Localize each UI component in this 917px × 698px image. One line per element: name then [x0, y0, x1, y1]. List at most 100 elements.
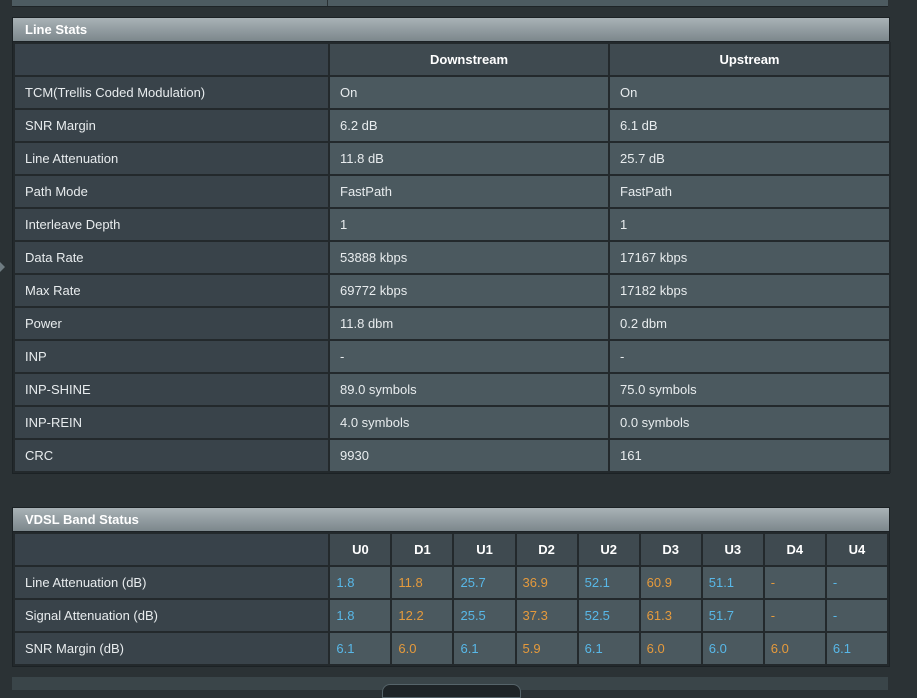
- downstream-value: 53888 kbps: [328, 240, 610, 275]
- downstream-value: FastPath: [328, 174, 610, 209]
- band-value-d3: 61.3: [638, 598, 703, 633]
- downstream-value: 4.0 symbols: [328, 405, 610, 440]
- stat-label: SNR Margin: [13, 108, 330, 143]
- table-row: Signal Attenuation (dB) 1.8 12.2 25.5 37.3 52…: [12, 598, 890, 633]
- stat-label: Max Rate: [13, 273, 330, 308]
- upstream-value: 0.0 symbols: [608, 405, 891, 440]
- band-value-u3: 51.7: [700, 598, 765, 633]
- band-value-d1: 6.0: [390, 631, 455, 666]
- band-value-u4: -: [824, 598, 890, 633]
- downstream-value: 11.8 dB: [328, 141, 610, 176]
- stat-label: INP-SHINE: [13, 372, 330, 407]
- band-row-label: Line Attenuation (dB): [12, 565, 331, 600]
- band-value-u4: -: [824, 565, 890, 600]
- upstream-value: 25.7 dB: [608, 141, 891, 176]
- band-value-u1: 25.5: [452, 598, 517, 633]
- band-header-d1: D1: [390, 532, 455, 567]
- band-value-u1: 6.1: [452, 631, 517, 666]
- band-header-d3: D3: [638, 532, 703, 567]
- band-header-u3: U3: [700, 532, 765, 567]
- band-header-u2: U2: [576, 532, 641, 567]
- band-value-u2: 52.5: [576, 598, 641, 633]
- table-row: Interleave Depth 1 1: [13, 207, 891, 242]
- table-row: INP-REIN 4.0 symbols 0.0 symbols: [13, 405, 891, 440]
- band-value-d3: 6.0: [638, 631, 703, 666]
- band-value-u2: 6.1: [576, 631, 641, 666]
- band-value-u0: 6.1: [328, 631, 393, 666]
- downstream-value: 6.2 dB: [328, 108, 610, 143]
- stat-label: Interleave Depth: [13, 207, 330, 242]
- stat-label: Path Mode: [13, 174, 330, 209]
- downstream-value: -: [328, 339, 610, 374]
- band-value-d4: -: [762, 598, 827, 633]
- band-header-u1: U1: [452, 532, 517, 567]
- band-value-u0: 1.8: [328, 598, 393, 633]
- downstream-value: 11.8 dbm: [328, 306, 610, 341]
- table-row: Data Rate 53888 kbps 17167 kbps: [13, 240, 891, 275]
- vdsl-band-table: U0 D1 U1 D2 U2 D3 U3 D4 U4 Line Attenuation (dB)…: [12, 532, 890, 666]
- stat-label: Power: [13, 306, 330, 341]
- previous-panel-edge: [12, 0, 888, 7]
- band-value-d4: -: [762, 565, 827, 600]
- band-value-d2: 5.9: [514, 631, 579, 666]
- table-row: SNR Margin (dB) 6.1 6.0 6.1 5.9 6.1 6.0 6.0 6.0 6…: [12, 631, 890, 666]
- band-header-d4: D4: [762, 532, 827, 567]
- band-header-u4: U4: [824, 532, 890, 567]
- upstream-value: 6.1 dB: [608, 108, 891, 143]
- band-row-label: Signal Attenuation (dB): [12, 598, 331, 633]
- table-row: Power 11.8 dbm 0.2 dbm: [13, 306, 891, 341]
- band-value-d4: 6.0: [762, 631, 827, 666]
- band-value-d2: 37.3: [514, 598, 579, 633]
- previous-panel-divider: [327, 0, 328, 6]
- upstream-column-header: Upstream: [608, 42, 891, 77]
- table-row: SNR Margin 6.2 dB 6.1 dB: [13, 108, 891, 143]
- side-scroll-arrow-icon[interactable]: [0, 262, 5, 272]
- line-stats-table: Downstream Upstream TCM(Trellis Coded Mo…: [13, 42, 891, 473]
- band-value-u4: 6.1: [824, 631, 890, 666]
- vdsl-band-header-row: U0 D1 U1 D2 U2 D3 U3 D4 U4: [12, 532, 890, 567]
- upstream-value: On: [608, 75, 891, 110]
- upstream-value: -: [608, 339, 891, 374]
- line-stats-title: Line Stats: [13, 18, 889, 42]
- stat-label: Line Attenuation: [13, 141, 330, 176]
- band-value-u3: 6.0: [700, 631, 765, 666]
- table-row: Line Attenuation (dB) 1.8 11.8 25.7 36.9 52.1…: [12, 565, 890, 600]
- band-value-d1: 11.8: [390, 565, 455, 600]
- upstream-value: 17167 kbps: [608, 240, 891, 275]
- band-value-u3: 51.1: [700, 565, 765, 600]
- downstream-value: On: [328, 75, 610, 110]
- downstream-value: 1: [328, 207, 610, 242]
- vdsl-band-corner-cell: [12, 532, 331, 567]
- band-value-d1: 12.2: [390, 598, 455, 633]
- stat-label: INP-REIN: [13, 405, 330, 440]
- upstream-value: 1: [608, 207, 891, 242]
- band-value-u0: 1.8: [328, 565, 393, 600]
- downstream-column-header: Downstream: [328, 42, 610, 77]
- downstream-value: 89.0 symbols: [328, 372, 610, 407]
- vdsl-band-status-panel: VDSL Band Status U0 D1 U1 D2 U2 D3 U3 D4 U4 Line…: [12, 507, 890, 667]
- upstream-value: 0.2 dbm: [608, 306, 891, 341]
- table-row: Line Attenuation 11.8 dB 25.7 dB: [13, 141, 891, 176]
- upstream-value: FastPath: [608, 174, 891, 209]
- stat-label: INP: [13, 339, 330, 374]
- table-row: INP-SHINE 89.0 symbols 75.0 symbols: [13, 372, 891, 407]
- band-row-label: SNR Margin (dB): [12, 631, 331, 666]
- line-stats-panel: Line Stats Downstream Upstream TCM(Trell…: [12, 17, 891, 474]
- table-row: Path Mode FastPath FastPath: [13, 174, 891, 209]
- table-row: INP - -: [13, 339, 891, 374]
- apply-button[interactable]: [382, 684, 521, 698]
- stat-label: CRC: [13, 438, 330, 473]
- line-stats-corner-cell: [13, 42, 330, 77]
- upstream-value: 17182 kbps: [608, 273, 891, 308]
- line-stats-header-row: Downstream Upstream: [13, 42, 891, 77]
- vdsl-band-status-title: VDSL Band Status: [13, 508, 889, 532]
- band-header-u0: U0: [328, 532, 393, 567]
- table-row: CRC 9930 161: [13, 438, 891, 473]
- band-value-d2: 36.9: [514, 565, 579, 600]
- stat-label: TCM(Trellis Coded Modulation): [13, 75, 330, 110]
- table-row: Max Rate 69772 kbps 17182 kbps: [13, 273, 891, 308]
- band-value-d3: 60.9: [638, 565, 703, 600]
- table-row: TCM(Trellis Coded Modulation) On On: [13, 75, 891, 110]
- band-header-d2: D2: [514, 532, 579, 567]
- band-value-u1: 25.7: [452, 565, 517, 600]
